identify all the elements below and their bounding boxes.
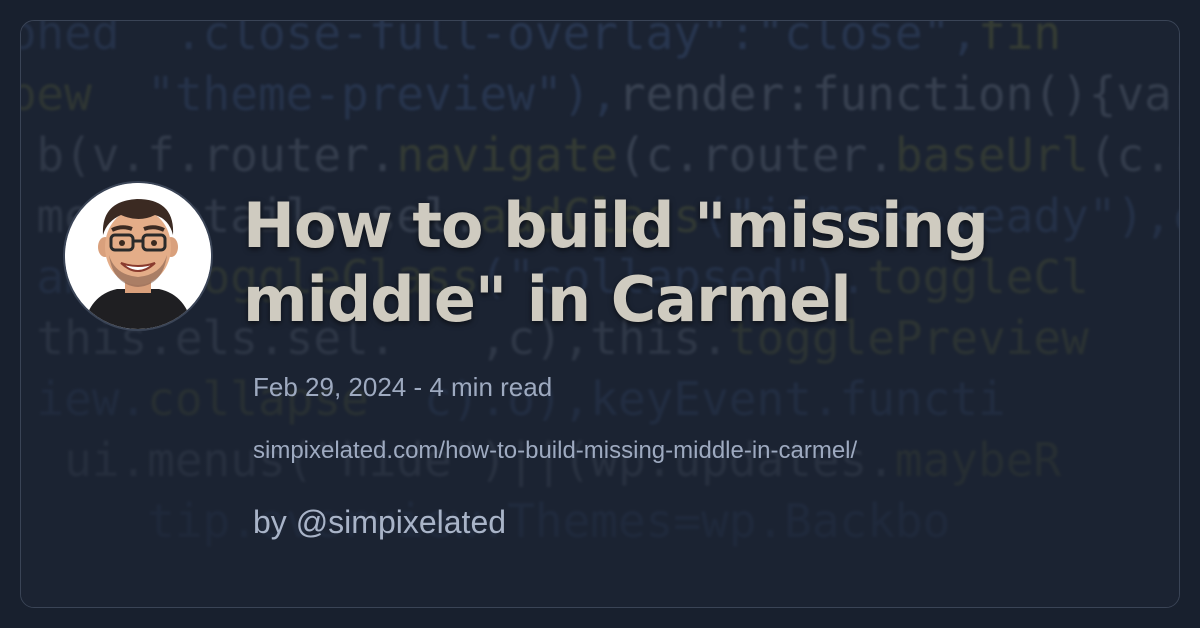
- article-url: simpixelated.com/how-to-build-missing-mi…: [253, 437, 858, 464]
- publish-date: Feb 29, 2024: [253, 372, 407, 402]
- author-avatar: [63, 181, 213, 331]
- author-byline: by @simpixelated: [253, 504, 507, 540]
- article-title: How to build "missing middle" in Carmel: [243, 189, 989, 336]
- social-card: nohed .close-full-overlay":"close",fin p…: [20, 20, 1180, 608]
- meta-separator: -: [406, 372, 430, 402]
- read-time: 4 min read: [429, 372, 553, 402]
- article-meta: Feb 29, 2024 - 4 min read: [253, 372, 552, 403]
- cartoon-avatar-icon: [65, 183, 211, 329]
